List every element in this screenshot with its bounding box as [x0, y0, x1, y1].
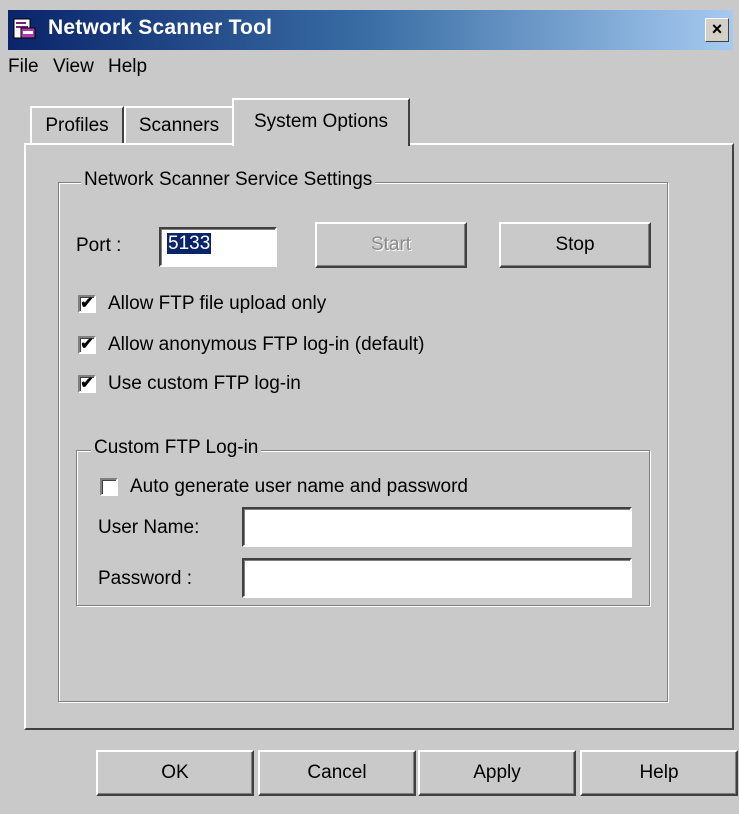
tab-scanners[interactable]: Scanners: [124, 106, 234, 144]
window-title: Network Scanner Tool: [48, 16, 273, 39]
allow-anonymous-ftp-label: Allow anonymous FTP log-in (default): [108, 334, 425, 355]
menu-file[interactable]: File: [8, 56, 39, 78]
menu-view[interactable]: View: [53, 56, 94, 78]
tab-profiles[interactable]: Profiles: [30, 106, 124, 144]
ok-button[interactable]: OK: [96, 750, 254, 796]
username-label: User Name:: [98, 517, 200, 538]
apply-button[interactable]: Apply: [418, 750, 576, 796]
tab-system-options[interactable]: System Options: [232, 98, 410, 146]
service-settings-title: Network Scanner Service Settings: [81, 169, 376, 191]
allow-ftp-upload-label: Allow FTP file upload only: [108, 293, 327, 314]
use-custom-ftp-label: Use custom FTP log-in: [108, 373, 301, 394]
password-field[interactable]: [242, 558, 632, 598]
close-button[interactable]: ×: [705, 18, 729, 42]
allow-anonymous-ftp-checkbox[interactable]: ✔: [78, 336, 96, 354]
port-label: Port :: [76, 235, 122, 256]
port-input[interactable]: 5133: [159, 227, 277, 267]
auto-generate-label: Auto generate user name and password: [130, 476, 468, 497]
auto-generate-checkbox[interactable]: [100, 478, 118, 496]
stop-button[interactable]: Stop: [499, 222, 651, 268]
port-value: 5133: [167, 233, 212, 254]
dialog-window: Network Scanner Tool × File View Help Pr…: [0, 0, 739, 814]
username-field[interactable]: [242, 507, 632, 547]
use-custom-ftp-checkbox[interactable]: ✔: [78, 375, 96, 393]
scanner-app-icon: [13, 18, 36, 39]
password-label: Password :: [98, 568, 192, 589]
allow-ftp-upload-checkbox[interactable]: ✔: [78, 295, 96, 313]
help-button[interactable]: Help: [580, 750, 738, 796]
start-button[interactable]: Start: [315, 222, 467, 268]
custom-ftp-login-title: Custom FTP Log-in: [91, 437, 262, 459]
title-bar[interactable]: Network Scanner Tool ×: [8, 10, 733, 50]
cancel-button[interactable]: Cancel: [258, 750, 416, 796]
menu-help[interactable]: Help: [108, 56, 147, 78]
